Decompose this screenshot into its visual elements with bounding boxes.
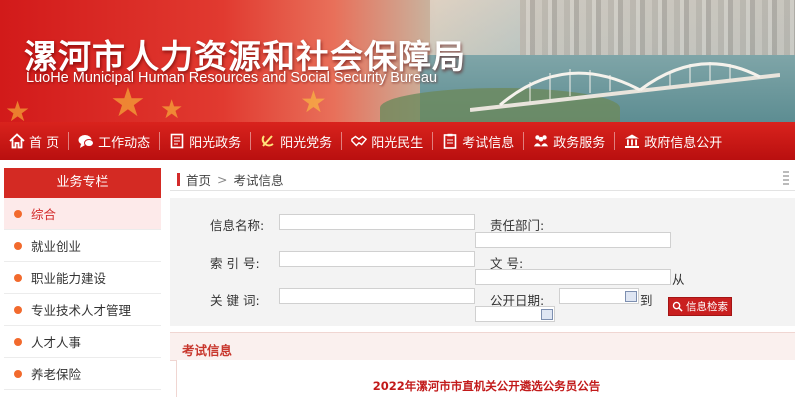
bullet-icon	[14, 305, 22, 314]
nav-item-party-affairs[interactable]: 阳光党务	[251, 122, 341, 160]
nav-item-label: 政府信息公开	[644, 135, 723, 151]
search-panel: 信息名称: 责任部门: 索 引 号: 文 号: 从 关 键 词: 公开日期: 到…	[170, 198, 795, 326]
bullet-icon	[14, 337, 22, 346]
keyword-label: 关 键 词:	[210, 293, 260, 308]
breadcrumb-home-link[interactable]: 首页	[186, 170, 211, 189]
nav-item-info-disclosure[interactable]: 政府信息公开	[615, 122, 731, 160]
nav-item-government-affairs[interactable]: 阳光政务	[160, 122, 250, 160]
breadcrumb-separator: >	[217, 171, 228, 187]
sidebar-item-label: 养老保险	[31, 367, 82, 382]
results-list: 2022年漯河市市直机关公开遴选公务员公告	[176, 360, 795, 397]
banner-star-icon: ★	[300, 85, 327, 120]
department-input[interactable]	[475, 232, 671, 248]
nav-item-label: 阳光政务	[189, 135, 242, 151]
sidebar-item-label: 人才人事	[31, 335, 82, 350]
breadcrumb-current: 考试信息	[233, 172, 284, 188]
sidebar-item-employment[interactable]: 就业创业	[4, 230, 161, 262]
nav-item-exam-info[interactable]: 考试信息	[433, 122, 523, 160]
sidebar-item-label: 就业创业	[31, 239, 82, 254]
drag-grip-icon	[783, 171, 789, 187]
index-number-label: 索 引 号:	[210, 256, 260, 271]
clipboard-icon	[442, 133, 458, 149]
party-icon	[260, 133, 276, 149]
home-icon	[9, 133, 25, 149]
banner-star-icon: ★	[5, 95, 31, 122]
date-to-label: 到	[640, 293, 653, 308]
sidebar-item-professional-talent[interactable]: 专业技术人才管理	[4, 294, 161, 326]
sidebar-title: 业务专栏	[4, 168, 161, 198]
breadcrumb: 首页 > 考试信息	[170, 168, 795, 191]
results-title: 考试信息	[182, 343, 233, 358]
info-name-input[interactable]	[279, 214, 475, 230]
index-number-input[interactable]	[279, 251, 475, 267]
banner-city-skyline	[520, 0, 795, 55]
bullet-icon	[14, 209, 22, 218]
chat-icon	[78, 133, 95, 149]
sidebar-item-label: 综合	[31, 207, 57, 222]
bullet-icon	[14, 369, 22, 378]
breadcrumb-marker	[177, 172, 180, 186]
bullet-icon	[14, 273, 22, 282]
keyword-input[interactable]	[279, 288, 475, 304]
main-nav: 首 页 工作动态 阳光政务 阳光党务 阳光民生 考试信息 政务服务 政府信息公开	[0, 122, 795, 160]
handshake-icon	[351, 133, 368, 149]
nav-item-home[interactable]: 首 页	[0, 122, 68, 160]
article-link[interactable]: 2022年漯河市市直机关公开遴选公务员公告	[177, 378, 795, 394]
site-banner: ★ ★ ★ ★ 漯河市人力资源和社会保障局 LuoHe Municipal Hu…	[0, 0, 795, 122]
site-subtitle: LuoHe Municipal Human Resources and Soci…	[26, 70, 438, 86]
sidebar-item-vocational-skills[interactable]: 职业能力建设	[4, 262, 161, 294]
sidebar-item-label: 职业能力建设	[31, 271, 107, 286]
document-icon	[169, 133, 185, 149]
info-name-label: 信息名称:	[210, 218, 265, 233]
date-from-label: 从	[672, 272, 685, 287]
nav-item-label: 考试信息	[462, 135, 515, 151]
sidebar-item-pension-insurance[interactable]: 养老保险	[4, 358, 161, 390]
sidebar-item-personnel[interactable]: 人才人事	[4, 326, 161, 358]
sidebar: 业务专栏 综合 就业创业 职业能力建设 专业技术人才管理 人才人事 养老保险	[4, 168, 161, 397]
sidebar-item-general[interactable]: 综合	[4, 198, 161, 230]
bullet-icon	[14, 241, 22, 250]
nav-item-work-news[interactable]: 工作动态	[69, 122, 159, 160]
nav-item-label: 阳光民生	[371, 135, 424, 151]
nav-item-label: 工作动态	[98, 135, 151, 151]
document-number-input[interactable]	[475, 269, 671, 285]
nav-item-label: 政务服务	[553, 135, 606, 151]
nav-item-livelihood[interactable]: 阳光民生	[342, 122, 432, 160]
nav-item-label: 阳光党务	[280, 135, 333, 151]
banner-bridge-illustration	[470, 62, 780, 112]
government-icon	[624, 133, 640, 149]
nav-item-government-services[interactable]: 政务服务	[524, 122, 614, 160]
sidebar-item-label: 专业技术人才管理	[31, 303, 132, 318]
people-icon	[533, 133, 549, 149]
results-header: 考试信息	[170, 332, 795, 361]
banner-star-icon: ★	[110, 80, 146, 122]
calendar-icon[interactable]	[541, 309, 553, 320]
search-button-label: 信息检索	[686, 301, 728, 313]
info-search-button[interactable]: 信息检索	[668, 297, 732, 316]
calendar-icon[interactable]	[625, 291, 637, 302]
nav-item-label: 首 页	[29, 135, 60, 151]
search-icon	[672, 301, 683, 312]
banner-star-icon: ★	[160, 95, 184, 122]
